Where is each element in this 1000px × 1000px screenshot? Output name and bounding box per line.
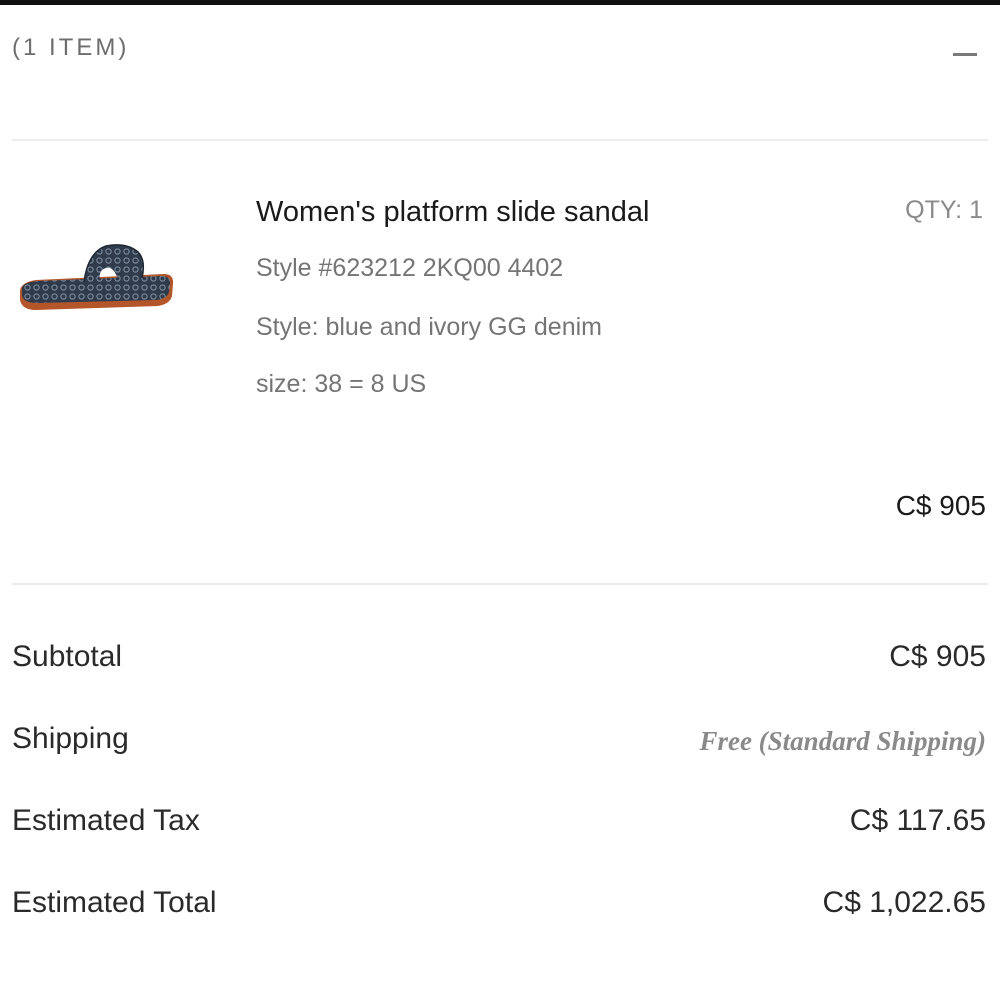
product-image[interactable] — [14, 238, 178, 322]
size-info: size: 38 = 8 US — [256, 370, 427, 398]
divider — [12, 583, 988, 585]
tax-value: C$ 117.65 — [849, 804, 986, 837]
subtotal-label: Subtotal — [12, 640, 123, 673]
item-count-label: (1 ITEM) — [12, 34, 130, 61]
style-description: Style: blue and ivory GG denim — [256, 313, 602, 341]
cart-header: (1 ITEM) — [12, 30, 988, 70]
total-label: Estimated Total — [12, 886, 217, 919]
shipping-value: Free (Standard Shipping) — [699, 726, 986, 756]
top-bar — [0, 0, 1000, 5]
total-row: Estimated Total C$ 1,022.65 — [12, 886, 988, 968]
subtotal-row: Subtotal C$ 905 — [12, 640, 988, 722]
collapse-toggle-button[interactable] — [950, 36, 980, 66]
style-number: Style #623212 2KQ00 4402 — [256, 254, 564, 282]
line-item-price: C$ 905 — [895, 490, 986, 521]
order-summary: Subtotal C$ 905 Shipping Free (Standard … — [12, 640, 988, 968]
total-value: C$ 1,022.65 — [822, 886, 986, 919]
shipping-label: Shipping — [12, 722, 129, 755]
subtotal-value: C$ 905 — [889, 640, 986, 673]
product-details: Women's platform slide sandal Style #623… — [256, 190, 776, 399]
divider — [12, 139, 988, 141]
minus-icon — [953, 53, 977, 56]
quantity-value: 1 — [969, 196, 983, 224]
tax-label: Estimated Tax — [12, 804, 200, 837]
quantity: QTY: 1 — [905, 196, 983, 225]
tax-row: Estimated Tax C$ 117.65 — [12, 804, 988, 886]
product-name[interactable]: Women's platform slide sandal — [256, 190, 776, 234]
quantity-label: QTY: — [905, 196, 963, 224]
shipping-row: Shipping Free (Standard Shipping) — [12, 722, 988, 804]
